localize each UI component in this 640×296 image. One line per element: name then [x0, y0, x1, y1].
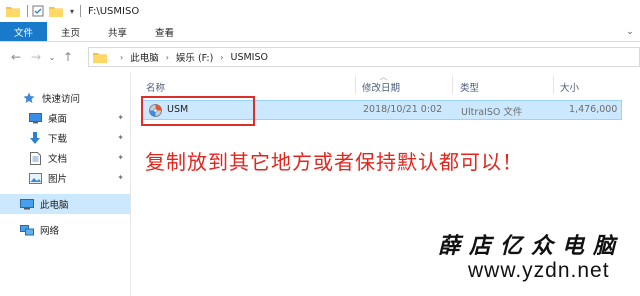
sidebar-item-label: 下载: [48, 134, 68, 145]
pin-icon[interactable]: ✦: [117, 153, 124, 162]
breadcrumb-folder[interactable]: USMISO: [231, 52, 269, 63]
breadcrumb-drive[interactable]: 娱乐 (F:): [176, 50, 213, 64]
customize-toolbar-icon[interactable]: ▾: [70, 7, 74, 16]
pin-icon[interactable]: ✦: [117, 113, 124, 122]
sidebar-item-label: 快速访问: [42, 94, 81, 105]
up-arrow-icon[interactable]: ↑: [58, 47, 78, 67]
breadcrumb-chevron-icon[interactable]: ›: [120, 53, 123, 62]
column-header-name[interactable]: 名称: [146, 80, 165, 94]
file-type: UltraISO 文件: [461, 107, 523, 118]
recent-locations-chevron-icon[interactable]: ⌄: [46, 47, 58, 67]
column-header-date[interactable]: 修改日期: [362, 80, 400, 94]
computer-icon: [20, 198, 34, 210]
tab-home[interactable]: 主页: [47, 22, 94, 41]
properties-icon[interactable]: [31, 5, 45, 17]
column-divider[interactable]: [355, 76, 356, 94]
file-size: 1,476,000: [569, 104, 618, 115]
column-divider[interactable]: [452, 76, 453, 94]
highlight-box: [141, 96, 255, 126]
breadcrumb-chevron-icon[interactable]: ›: [220, 53, 223, 62]
breadcrumb-chevron-icon[interactable]: ›: [166, 53, 169, 62]
sidebar-item-this-pc[interactable]: 此电脑: [0, 194, 130, 214]
picture-icon: [28, 172, 42, 184]
expand-ribbon-icon[interactable]: ⌄: [620, 22, 640, 41]
watermark-url: www.yzdn.net: [468, 259, 610, 282]
title-bar: ▾ F:\USMISO: [0, 0, 640, 22]
download-icon: [28, 131, 42, 144]
window-title: F:\USMISO: [88, 5, 140, 17]
sidebar-item-pictures[interactable]: 图片 ✦: [0, 168, 130, 188]
watermark-name: 薛店亿众电脑: [438, 233, 625, 259]
document-icon: [28, 151, 42, 165]
folder-icon: [93, 52, 107, 63]
sidebar-item-label: 桌面: [48, 114, 68, 125]
ribbon-tabs: 文件 主页 共享 查看 ⌄: [0, 22, 640, 42]
breadcrumb-this-pc[interactable]: 此电脑: [130, 50, 159, 64]
new-folder-icon[interactable]: [49, 5, 63, 17]
sidebar-item-label: 网络: [40, 226, 60, 237]
column-header-size[interactable]: 大小: [560, 80, 579, 94]
pin-icon[interactable]: ✦: [117, 133, 124, 142]
sidebar-item-desktop[interactable]: 桌面 ✦: [0, 108, 130, 128]
annotation-text: 复制放到其它地方或者保持默认都可以！: [145, 150, 523, 174]
sidebar-item-network[interactable]: 网络: [0, 220, 130, 240]
sidebar-item-label: 文档: [48, 154, 68, 165]
tab-view[interactable]: 查看: [141, 22, 188, 41]
column-header-row: ︿ 名称 修改日期 类型 大小: [132, 72, 640, 96]
back-arrow-icon[interactable]: ←: [6, 47, 26, 67]
column-header-type[interactable]: 类型: [460, 80, 479, 94]
forward-arrow-icon[interactable]: →: [26, 47, 46, 67]
sidebar-item-downloads[interactable]: 下载 ✦: [0, 128, 130, 148]
pin-icon[interactable]: ✦: [117, 173, 124, 182]
star-icon: [22, 92, 36, 104]
network-icon: [20, 224, 34, 236]
folder-icon: [6, 7, 20, 17]
navigation-pane: 快速访问 桌面 ✦ 下载 ✦ 文档 ✦ 图片 ✦ 此电脑 网络: [0, 72, 131, 296]
sidebar-item-label: 图片: [48, 174, 68, 185]
address-bar[interactable]: › 此电脑 › 娱乐 (F:) › USMISO: [88, 47, 640, 67]
sidebar-item-quick-access[interactable]: 快速访问: [0, 88, 130, 108]
column-divider[interactable]: [553, 76, 554, 94]
quick-access-separator: [80, 5, 82, 17]
sidebar-item-label: 此电脑: [40, 200, 69, 211]
tab-file[interactable]: 文件: [0, 22, 48, 41]
file-date: 2018/10/21 0:02: [363, 104, 443, 115]
sidebar-item-documents[interactable]: 文档 ✦: [0, 148, 130, 168]
desktop-icon: [28, 112, 42, 124]
quick-access-separator: [27, 5, 28, 17]
tab-share[interactable]: 共享: [94, 22, 141, 41]
navigation-bar: ← → ⌄ ↑ › 此电脑 › 娱乐 (F:) › USMISO: [0, 42, 640, 72]
